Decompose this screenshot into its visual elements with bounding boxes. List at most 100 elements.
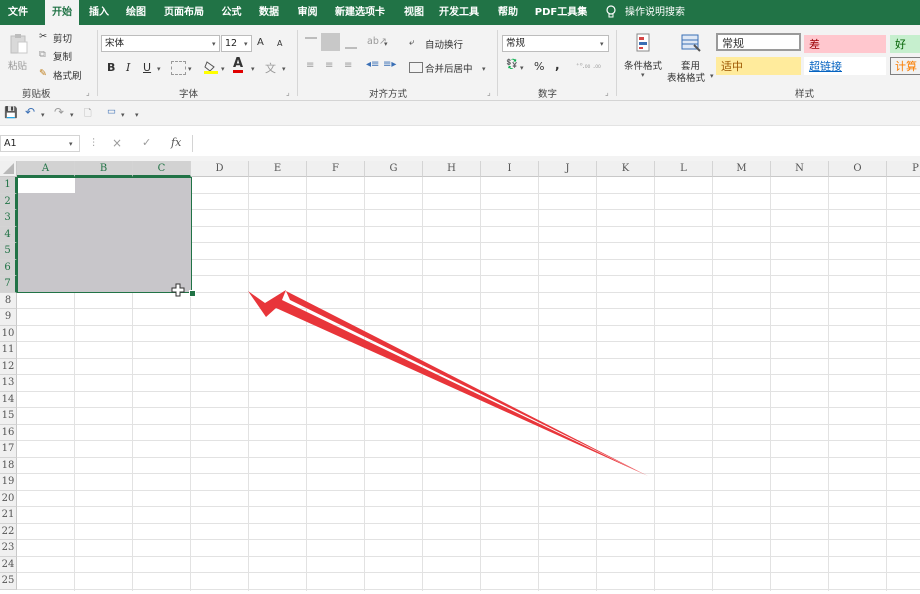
cell-style-2[interactable]: 好 bbox=[890, 35, 920, 53]
row-header[interactable]: 18 bbox=[0, 457, 17, 474]
copy-button[interactable]: 复制 bbox=[53, 49, 72, 63]
row-header[interactable]: 25 bbox=[0, 573, 17, 590]
currency-icon[interactable]: 💱 bbox=[506, 59, 518, 70]
align-left-icon[interactable]: ≡ bbox=[306, 60, 314, 71]
chevron-down-icon[interactable]: ▾ bbox=[121, 111, 125, 119]
format-painter-icon[interactable]: ✎ bbox=[39, 68, 47, 79]
chevron-down-icon[interactable]: ▾ bbox=[41, 111, 45, 119]
formula-input[interactable] bbox=[196, 135, 916, 152]
merge-center-button[interactable]: 合并后居中 bbox=[425, 61, 473, 75]
column-header[interactable]: D bbox=[191, 161, 249, 177]
conditional-format-button[interactable]: 条件格式 bbox=[624, 58, 662, 72]
tab-11[interactable]: 帮助 bbox=[490, 0, 526, 25]
row-header[interactable]: 24 bbox=[0, 556, 17, 573]
tab-0[interactable]: 文件 bbox=[0, 0, 36, 25]
row-header[interactable]: 8 bbox=[0, 292, 17, 309]
column-header[interactable]: E bbox=[249, 161, 307, 177]
underline-button[interactable]: U bbox=[143, 61, 151, 74]
cell-style-5[interactable]: 计算 bbox=[890, 57, 920, 75]
row-header[interactable]: 13 bbox=[0, 375, 17, 392]
chevron-down-icon[interactable]: ▾ bbox=[188, 65, 192, 73]
conditional-format-icon[interactable] bbox=[634, 32, 654, 54]
chevron-down-icon[interactable]: ▾ bbox=[69, 140, 73, 148]
middle-align-icon[interactable] bbox=[321, 33, 340, 51]
cell-style-1[interactable]: 差 bbox=[804, 35, 886, 53]
number-launcher-icon[interactable]: ⌟ bbox=[605, 88, 609, 97]
customize-qat-icon[interactable]: ▾ bbox=[135, 111, 139, 119]
row-header[interactable]: 10 bbox=[0, 325, 17, 342]
column-header[interactable]: I bbox=[481, 161, 539, 177]
row-header[interactable]: 22 bbox=[0, 523, 17, 540]
number-format-select[interactable]: 常规 bbox=[502, 35, 609, 52]
top-align-icon[interactable] bbox=[305, 37, 317, 49]
confirm-entry-button[interactable]: ✓ bbox=[142, 136, 151, 149]
increase-decimal-icon[interactable]: ⁺⁰.₀₀ bbox=[576, 62, 590, 70]
tab-7[interactable]: 审阅 bbox=[290, 0, 325, 25]
chevron-down-icon[interactable]: ▾ bbox=[70, 111, 74, 119]
font-color-button[interactable]: A bbox=[233, 57, 244, 73]
cancel-entry-button[interactable]: × bbox=[112, 136, 122, 150]
font-launcher-icon[interactable]: ⌟ bbox=[286, 88, 290, 97]
tab-3[interactable]: 绘图 bbox=[119, 0, 153, 25]
tab-5[interactable]: 公式 bbox=[215, 0, 248, 25]
column-header[interactable]: C bbox=[133, 161, 191, 177]
row-header[interactable]: 11 bbox=[0, 342, 17, 359]
shrink-font-button[interactable]: A bbox=[277, 39, 282, 48]
italic-button[interactable]: I bbox=[126, 61, 130, 74]
chevron-down-icon[interactable]: ▾ bbox=[244, 40, 248, 48]
row-header[interactable]: 7 bbox=[0, 276, 17, 293]
fill-color-icon[interactable] bbox=[204, 60, 218, 74]
row-header[interactable]: 1 bbox=[0, 177, 17, 194]
table-format-icon[interactable] bbox=[680, 32, 702, 54]
decrease-decimal-icon[interactable]: .₀₀ bbox=[593, 62, 601, 70]
save-icon[interactable]: 💾 bbox=[4, 106, 18, 119]
table-format-button-line2[interactable]: 表格格式 bbox=[667, 70, 705, 84]
column-header[interactable]: B bbox=[75, 161, 133, 177]
row-header[interactable]: 16 bbox=[0, 424, 17, 441]
phonetic-icon[interactable]: 文 bbox=[265, 60, 276, 76]
insert-function-button[interactable]: fx bbox=[171, 136, 181, 149]
merge-icon[interactable] bbox=[409, 62, 423, 73]
increase-indent-icon[interactable]: ≡▸ bbox=[383, 59, 396, 70]
tab-1[interactable]: 开始 bbox=[45, 0, 79, 26]
chevron-down-icon[interactable]: ▾ bbox=[641, 71, 645, 79]
tab-10[interactable]: 开发工具 bbox=[433, 0, 485, 25]
tab-9[interactable]: 视图 bbox=[398, 0, 430, 25]
chevron-down-icon[interactable]: ▾ bbox=[600, 40, 604, 48]
chevron-down-icon[interactable]: ▾ bbox=[157, 65, 161, 73]
chevron-down-icon[interactable]: ▾ bbox=[212, 40, 216, 48]
row-header[interactable]: 3 bbox=[0, 210, 17, 227]
column-header[interactable]: A bbox=[17, 161, 75, 177]
row-header[interactable]: 6 bbox=[0, 259, 17, 276]
active-cell[interactable] bbox=[18, 178, 75, 193]
row-header[interactable]: 21 bbox=[0, 507, 17, 524]
row-header[interactable]: 12 bbox=[0, 358, 17, 375]
column-header[interactable]: G bbox=[365, 161, 423, 177]
chevron-down-icon[interactable]: ▾ bbox=[282, 65, 286, 73]
grow-font-button[interactable]: A bbox=[257, 37, 264, 48]
wrap-text-button[interactable]: 自动换行 bbox=[425, 37, 463, 51]
cell-style-3[interactable]: 适中 bbox=[716, 57, 801, 75]
tell-me-search[interactable]: 操作说明搜索 bbox=[625, 0, 685, 25]
chevron-down-icon[interactable]: ▾ bbox=[221, 65, 225, 73]
row-header[interactable]: 19 bbox=[0, 474, 17, 491]
align-right-icon[interactable]: ≡ bbox=[344, 60, 352, 71]
percent-button[interactable]: % bbox=[534, 60, 544, 73]
format-painter-button[interactable]: 格式刷 bbox=[53, 68, 82, 82]
chevron-down-icon[interactable]: ▾ bbox=[710, 72, 714, 80]
redo-icon[interactable]: ↷ bbox=[54, 105, 64, 119]
alignment-launcher-icon[interactable]: ⌟ bbox=[487, 88, 491, 97]
cut-button[interactable]: 剪切 bbox=[53, 31, 72, 45]
column-header[interactable]: L bbox=[655, 161, 713, 177]
row-header[interactable]: 5 bbox=[0, 243, 17, 260]
chevron-down-icon[interactable]: ▾ bbox=[384, 40, 388, 48]
name-box[interactable]: A1 bbox=[0, 135, 80, 152]
align-center-icon[interactable]: ≡ bbox=[325, 60, 333, 71]
chevron-down-icon[interactable]: ▾ bbox=[482, 65, 486, 73]
row-header[interactable]: 2 bbox=[0, 193, 17, 210]
column-header[interactable]: M bbox=[713, 161, 771, 177]
row-header[interactable]: 15 bbox=[0, 408, 17, 425]
copy-icon[interactable]: ⧉ bbox=[39, 49, 46, 60]
cell-style-4[interactable]: 超链接 bbox=[804, 57, 886, 75]
row-header[interactable]: 9 bbox=[0, 309, 17, 326]
